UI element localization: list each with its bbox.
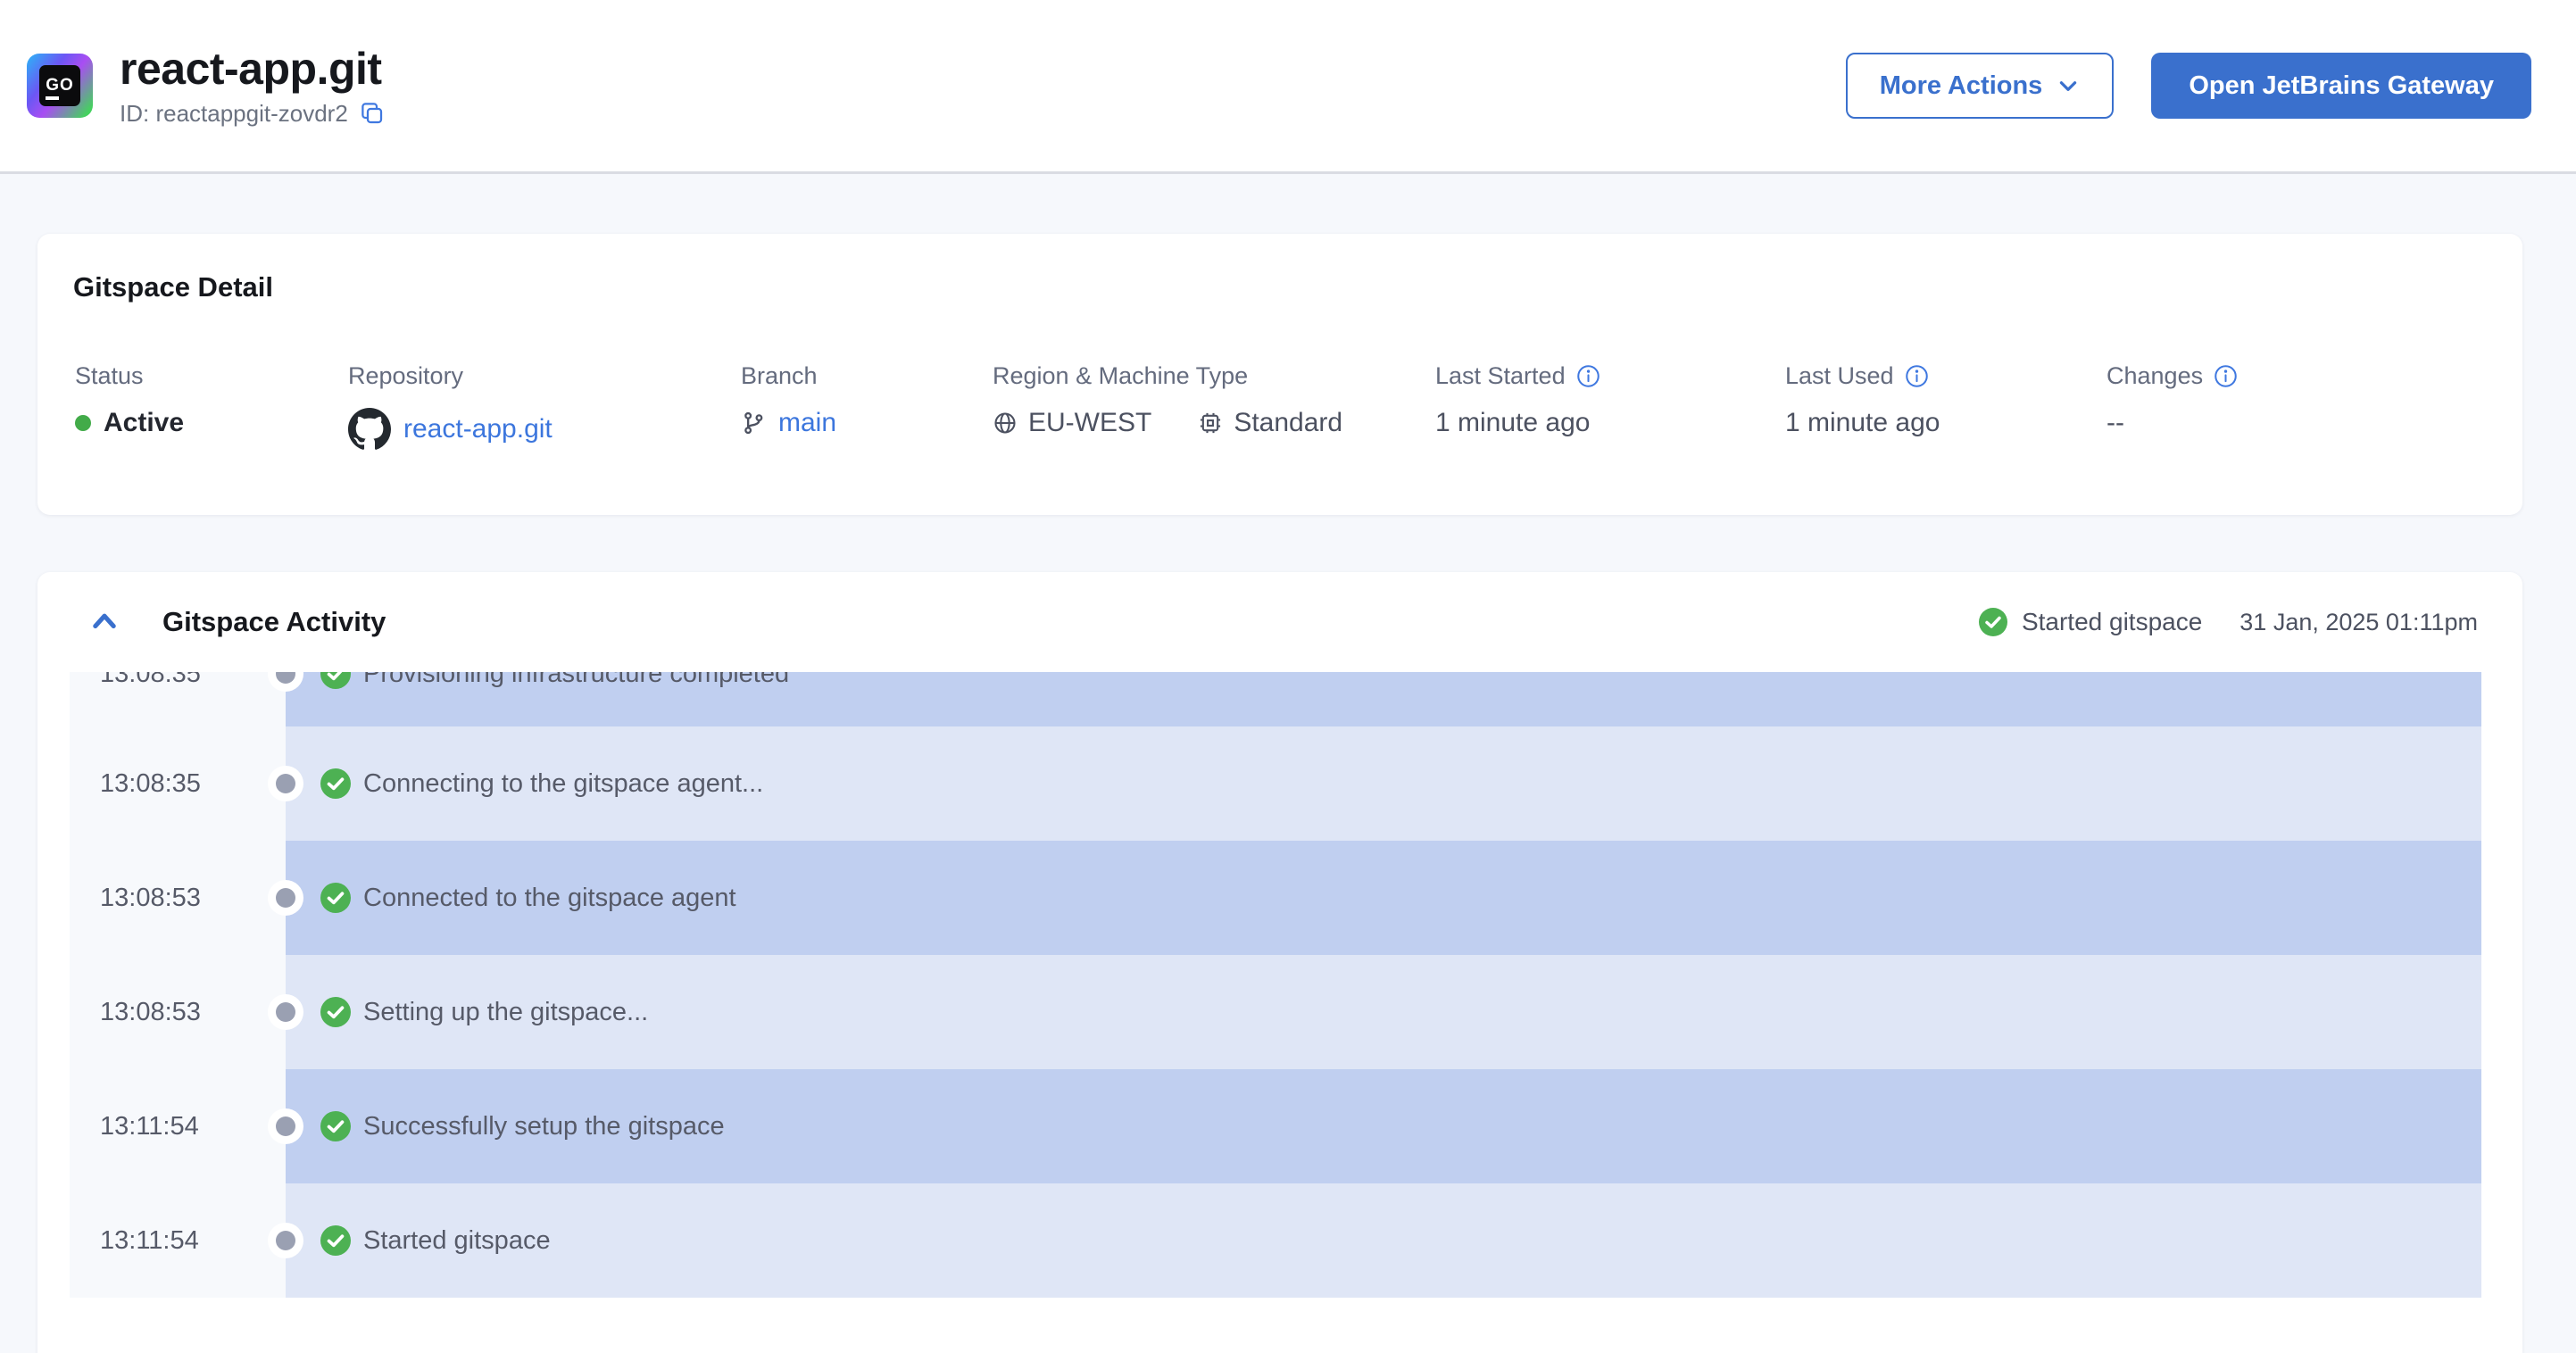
check-circle-icon: [320, 997, 351, 1027]
log-row-message: Setting up the gitspace...: [363, 997, 649, 1026]
field-branch: Branch main: [741, 362, 836, 438]
timeline-dot-icon: [276, 1116, 295, 1136]
collapse-activity-button[interactable]: [89, 609, 120, 635]
timeline-dot-icon: [276, 888, 295, 908]
log-row-content: Successfully setup the gitspace: [286, 1069, 2481, 1183]
gitspace-id-row: ID: reactappgit-zovdr2: [120, 100, 386, 128]
log-row-gutter: 13:11:54: [70, 1069, 286, 1183]
gitspace-id: ID: reactappgit-zovdr2: [120, 99, 348, 127]
status-value: Active: [104, 408, 185, 437]
log-row-gutter: 13:08:53: [70, 955, 286, 1069]
last-used-label: Last Used: [1785, 362, 1894, 389]
chevron-up-icon: [89, 609, 120, 635]
log-row-content: Connecting to the gitspace agent...: [286, 726, 2481, 841]
log-row-content: Provisioning infrastructure completed: [286, 672, 2481, 726]
info-icon[interactable]: [1576, 364, 1600, 388]
log-row-time: 13:08:35: [100, 768, 201, 798]
activity-title: Gitspace Activity: [162, 606, 386, 637]
activity-latest-status: Started gitspace 31 Jan, 2025 01:11pm: [1978, 608, 2478, 636]
info-icon[interactable]: [1905, 364, 1929, 388]
log-row-content: Started gitspace: [286, 1183, 2481, 1298]
copy-id-button[interactable]: [359, 100, 386, 127]
log-row-time: 13:08:53: [100, 883, 201, 912]
goland-logo-icon: GO: [27, 54, 93, 118]
log-row: 13:08:53 Connected to the gitspace agent: [70, 841, 2481, 955]
log-row: 13:08:35 Provisioning infrastructure com…: [70, 672, 2481, 726]
check-circle-icon: [320, 1225, 351, 1256]
check-circle-icon: [320, 672, 351, 689]
check-circle-icon: [320, 768, 351, 799]
log-row-message: Started gitspace: [363, 1225, 551, 1255]
changes-value: --: [2107, 408, 2124, 437]
check-circle-icon: [1978, 608, 2007, 636]
header-actions: More Actions Open JetBrains Gateway: [1845, 53, 2531, 119]
detail-fields: Status Active Repository react-app.git B…: [73, 362, 2487, 496]
copy-icon: [359, 100, 386, 127]
log-row: 13:08:53 Setting up the gitspace...: [70, 955, 2481, 1069]
last-started-value: 1 minute ago: [1435, 408, 1591, 437]
status-label: Status: [75, 362, 144, 389]
log-row: 13:11:54 Started gitspace: [70, 1183, 2481, 1298]
log-row-time: 13:11:54: [100, 1225, 199, 1255]
log-row-message: Successfully setup the gitspace: [363, 1111, 725, 1141]
log-row-content: Setting up the gitspace...: [286, 955, 2481, 1069]
check-circle-icon: [320, 1111, 351, 1141]
github-icon: [348, 408, 391, 451]
status-dot-icon: [75, 415, 91, 431]
goland-logo-text: GO: [39, 65, 80, 106]
log-row-content: Connected to the gitspace agent: [286, 841, 2481, 955]
log-row-time: 13:08:53: [100, 997, 201, 1026]
git-branch-icon: [741, 411, 766, 436]
timeline-dot-icon: [276, 774, 295, 793]
field-status: Status Active: [75, 362, 184, 438]
log-row-message: Connected to the gitspace agent: [363, 883, 736, 912]
gitspace-detail-card: Gitspace Detail Status Active Repository…: [37, 234, 2522, 515]
cpu-chip-icon: [1198, 411, 1223, 436]
field-repository: Repository react-app.git: [348, 362, 553, 451]
activity-header: Gitspace Activity Started gitspace 31 Ja…: [37, 572, 2522, 672]
log-row-gutter: 13:08:35: [70, 672, 286, 726]
log-row-gutter: 13:08:53: [70, 841, 286, 955]
open-jetbrains-gateway-button[interactable]: Open JetBrains Gateway: [2151, 53, 2531, 119]
repository-label: Repository: [348, 362, 464, 389]
latest-event-time: 31 Jan, 2025 01:11pm: [2239, 608, 2478, 635]
field-last-started: Last Started 1 minute ago: [1435, 362, 1600, 438]
title-block: react-app.git ID: reactappgit-zovdr2: [120, 45, 386, 128]
log-row: 13:11:54 Successfully setup the gitspace: [70, 1069, 2481, 1183]
latest-event-text: Started gitspace: [2021, 608, 2203, 635]
page-header: GO react-app.git ID: reactappgit-zovdr2 …: [0, 0, 2576, 174]
page-title: react-app.git: [120, 43, 382, 94]
machine-type-value: Standard: [1234, 408, 1343, 437]
gitspace-activity-card: Gitspace Activity Started gitspace 31 Ja…: [37, 572, 2522, 1353]
info-icon[interactable]: [2214, 364, 2238, 388]
field-changes: Changes --: [2107, 362, 2238, 438]
branch-label: Branch: [741, 362, 818, 389]
region-value: EU-WEST: [1028, 408, 1152, 437]
log-row-time: 13:11:54: [100, 1111, 199, 1141]
timeline-dot-icon: [276, 1231, 295, 1250]
check-circle-icon: [320, 883, 351, 913]
more-actions-button[interactable]: More Actions: [1845, 53, 2115, 119]
repository-link[interactable]: react-app.git: [403, 414, 553, 444]
more-actions-label: More Actions: [1879, 71, 2043, 100]
log-row-time: 13:08:35: [100, 672, 201, 688]
changes-label: Changes: [2107, 362, 2204, 389]
last-started-label: Last Started: [1435, 362, 1566, 389]
log-row-message: Connecting to the gitspace agent...: [363, 768, 764, 798]
timeline-dot-icon: [276, 1002, 295, 1022]
field-region-machine: Region & Machine Type EU-WEST Standard: [993, 362, 1342, 438]
log-row: 13:08:35 Connecting to the gitspace agen…: [70, 726, 2481, 841]
chevron-down-icon: [2057, 74, 2080, 97]
branch-link[interactable]: main: [778, 408, 836, 438]
gitspace-detail-title: Gitspace Detail: [73, 271, 273, 303]
globe-icon: [993, 411, 1018, 436]
log-row-message: Provisioning infrastructure completed: [363, 672, 790, 688]
log-row-gutter: 13:08:35: [70, 726, 286, 841]
log-row-gutter: 13:11:54: [70, 1183, 286, 1298]
activity-log[interactable]: 13:08:35 Provisioning infrastructure com…: [70, 672, 2481, 1298]
region-machine-label: Region & Machine Type: [993, 362, 1249, 389]
field-last-used: Last Used 1 minute ago: [1785, 362, 1940, 438]
last-used-value: 1 minute ago: [1785, 408, 1940, 437]
